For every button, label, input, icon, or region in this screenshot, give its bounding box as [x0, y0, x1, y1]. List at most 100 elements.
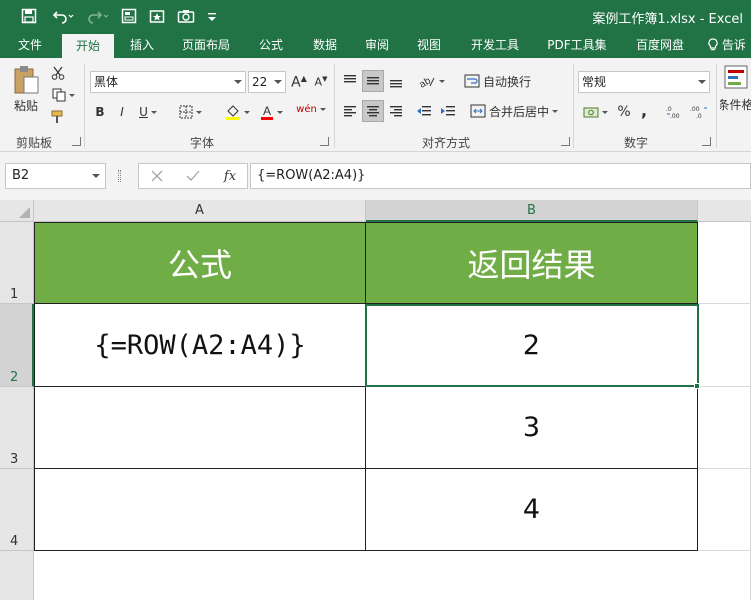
ribbon: 粘贴 剪贴板 黑体 22 A▲ A▼ B I U A wén 字体 ab 自动换…	[0, 58, 751, 152]
orientation-icon[interactable]: ab	[414, 70, 448, 92]
ribbon-tabs: 文件 开始 插入 页面布局 公式 数据 审阅 视图 开发工具 PDF工具集 百度…	[0, 32, 751, 58]
enter-icon[interactable]	[183, 167, 203, 185]
font-group-label: 字体	[190, 136, 215, 150]
decrease-font-icon[interactable]: A▼	[312, 71, 330, 93]
cell-a4[interactable]	[34, 469, 366, 551]
svg-text:.00: .00	[690, 106, 700, 113]
font-color-icon[interactable]: A	[256, 101, 286, 123]
tab-view[interactable]: 视图	[410, 32, 448, 58]
tab-pdf-tools[interactable]: PDF工具集	[542, 32, 612, 58]
cell-b1[interactable]: 返回结果	[366, 222, 698, 304]
cell-b2[interactable]: 2	[366, 304, 698, 387]
row-header-2[interactable]: 2	[0, 304, 34, 387]
font-size-select[interactable]: 22	[248, 71, 286, 93]
formula-buttons: fx	[138, 163, 248, 189]
customize-toolbar-icon[interactable]	[204, 4, 220, 28]
svg-text:A: A	[263, 104, 271, 118]
clipboard-icon	[14, 65, 39, 93]
number-launcher-icon[interactable]	[702, 137, 711, 146]
align-bottom-icon[interactable]	[386, 70, 406, 92]
cell-b3[interactable]: 3	[366, 387, 698, 469]
alignment-group-label: 对齐方式	[422, 136, 471, 150]
align-left-icon[interactable]	[340, 100, 360, 122]
redo-icon[interactable]	[84, 4, 112, 28]
column-header-a[interactable]: A	[34, 200, 366, 222]
copy-icon[interactable]	[48, 86, 78, 104]
tab-home[interactable]: 开始	[62, 34, 114, 58]
tab-formulas[interactable]: 公式	[252, 32, 290, 58]
paste-button[interactable]: 粘贴	[8, 62, 44, 116]
conditional-formatting-icon	[724, 65, 747, 89]
borders-icon[interactable]	[170, 101, 210, 123]
worksheet-grid: A B 1 2 3 4 公式 返回结果 {=ROW(A2:A4)} 2 3 4	[0, 200, 751, 600]
font-name-select[interactable]: 黑体	[90, 71, 246, 93]
title-bar: 案例工作簿1.xlsx - Excel	[0, 0, 751, 32]
italic-button[interactable]: I	[113, 101, 131, 123]
fill-color-icon[interactable]	[222, 101, 252, 123]
clipboard-group-label: 剪贴板	[16, 136, 53, 150]
formula-input[interactable]: {=ROW(A2:A4)}	[250, 163, 751, 189]
format-painter-icon[interactable]	[48, 108, 68, 126]
svg-text:.0: .0	[696, 113, 702, 119]
splitter-handle[interactable]	[118, 170, 121, 182]
tab-tell-me[interactable]: 告诉	[708, 32, 751, 58]
underline-button[interactable]: U	[135, 101, 161, 123]
merge-cells-icon	[470, 104, 486, 118]
tab-review[interactable]: 审阅	[358, 32, 396, 58]
merge-center-button[interactable]: 合并后居中	[470, 100, 568, 122]
cell-b4[interactable]: 4	[366, 469, 698, 551]
decrease-indent-icon[interactable]	[414, 100, 434, 122]
bold-button[interactable]: B	[91, 101, 109, 123]
row-header-3[interactable]: 3	[0, 387, 34, 469]
row-header-1[interactable]: 1	[0, 222, 34, 304]
tab-file[interactable]: 文件	[10, 32, 50, 58]
comma-style-button[interactable]: ,	[636, 99, 652, 121]
align-middle-icon[interactable]	[362, 70, 384, 92]
camera-icon[interactable]	[174, 4, 198, 28]
decrease-decimal-icon[interactable]: .00.0	[688, 101, 710, 123]
tab-data[interactable]: 数据	[306, 32, 344, 58]
phonetic-guide-icon[interactable]: wén	[296, 98, 326, 120]
formula-bar: B2 fx {=ROW(A2:A4)}	[0, 152, 751, 200]
cell-a3[interactable]	[34, 387, 366, 469]
tell-me-label: 告诉	[721, 38, 746, 52]
conditional-formatting-button[interactable]: 条件格	[720, 64, 751, 124]
align-right-icon[interactable]	[386, 100, 406, 122]
row-header-4[interactable]: 4	[0, 469, 34, 551]
increase-decimal-icon[interactable]: .0.00	[664, 101, 686, 123]
save-icon[interactable]	[18, 4, 40, 28]
tab-developer[interactable]: 开发工具	[464, 32, 526, 58]
lightbulb-icon	[708, 38, 722, 52]
increase-indent-icon[interactable]	[438, 100, 458, 122]
cancel-icon[interactable]	[147, 167, 167, 185]
cell-a1[interactable]: 公式	[34, 222, 366, 304]
percent-style-button[interactable]: %	[614, 101, 634, 123]
insert-function-icon[interactable]: fx	[219, 167, 241, 185]
clipboard-launcher-icon[interactable]	[72, 137, 81, 146]
svg-text:.00: .00	[670, 113, 680, 119]
font-launcher-icon[interactable]	[320, 137, 329, 146]
wrap-text-button[interactable]: 自动换行	[464, 70, 542, 92]
number-group-label: 数字	[624, 136, 649, 150]
select-all-button[interactable]	[0, 200, 34, 222]
column-header-b[interactable]: B	[366, 200, 698, 222]
tab-page-layout[interactable]: 页面布局	[176, 32, 236, 58]
tab-insert[interactable]: 插入	[122, 32, 162, 58]
number-format-select[interactable]: 常规	[578, 71, 710, 93]
cut-icon[interactable]	[48, 64, 68, 82]
form-icon[interactable]	[118, 4, 140, 28]
align-center-icon[interactable]	[362, 100, 384, 122]
increase-font-icon[interactable]: A▲	[290, 71, 308, 93]
fill-handle[interactable]	[694, 383, 700, 389]
undo-icon[interactable]	[48, 4, 78, 28]
wrap-text-icon	[464, 74, 480, 88]
name-box[interactable]: B2	[5, 163, 106, 189]
alignment-launcher-icon[interactable]	[561, 137, 570, 146]
star-folder-icon[interactable]	[146, 4, 168, 28]
cell-a2[interactable]: {=ROW(A2:A4)}	[34, 304, 366, 387]
column-header-c[interactable]	[698, 200, 751, 222]
svg-text:.0: .0	[666, 106, 672, 113]
accounting-format-icon[interactable]	[578, 101, 612, 123]
align-top-icon[interactable]	[340, 70, 360, 92]
tab-baidu-netdisk[interactable]: 百度网盘	[628, 32, 692, 58]
